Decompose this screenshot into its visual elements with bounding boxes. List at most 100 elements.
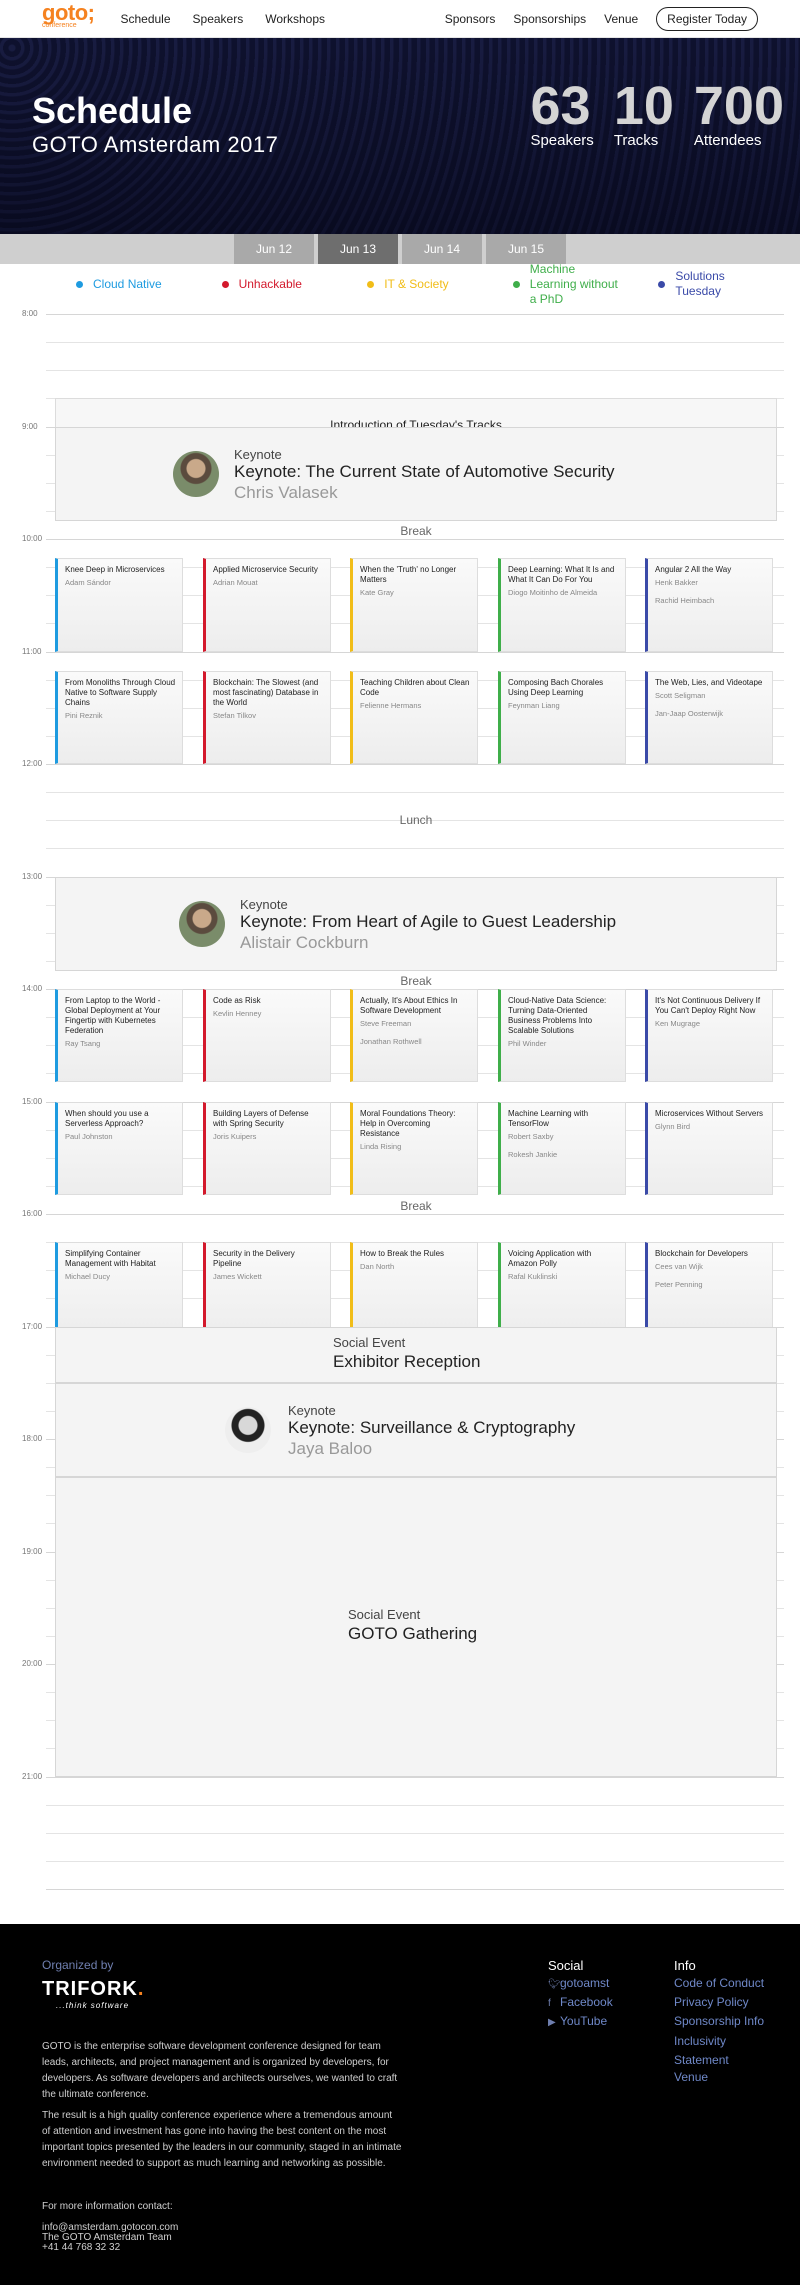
talk-card[interactable]: Teaching Children about Clean Code Felien… [350, 670, 478, 764]
hour-label: 12:00 [22, 759, 43, 768]
talk-card[interactable]: Angular 2 All the Way Henk Bakker Rachid H… [645, 558, 773, 652]
talk-title: From Monoliths Through Cloud Native to S… [65, 677, 176, 707]
day-tabs: Jun 12 Jun 13 Jun 14 Jun 15 [0, 234, 800, 264]
talk-card[interactable]: Microservices Without Servers Glynn Bird [645, 1101, 773, 1195]
talk-speaker: Jonathan Rothwell [360, 1037, 422, 1046]
track-legend: Cloud Native Unhackable IT & Society Machin… [0, 262, 800, 307]
schedule-grid: 8:00 9:00 10:00 11:00 12:00 13:00 14:00 15:00 16… [0, 304, 800, 1924]
talk-card[interactable]: Blockchain: The Slowest (and most fascin… [203, 670, 331, 764]
talk-title: Actually, It's About Ethics In Software … [360, 996, 458, 1015]
goto-logo[interactable]: goto; conference [42, 2, 95, 30]
talk-card[interactable]: Building Layers of Defense with Spring S… [203, 1101, 331, 1195]
keynote-speaker: Jaya Baloo [288, 1439, 373, 1458]
talk-speaker: Jan-Jaap Oosterwijk [655, 708, 723, 718]
talk-card[interactable]: When should you use a Serverless Approac… [55, 1101, 183, 1195]
talk-card[interactable]: Machine Learning with TensorFlow Robert S… [498, 1101, 626, 1195]
grid-line [46, 370, 784, 372]
stat-speakers: 63 Speakers [530, 76, 594, 149]
tab-jun-13[interactable]: Jun 13 [318, 234, 398, 264]
legend-item[interactable]: Machine Learning without a PhD [473, 262, 619, 307]
talk-card[interactable]: When the 'Truth' no Longer Matters Kate G… [350, 558, 478, 652]
talk-title: Machine Learning with TensorFlow [508, 1108, 589, 1128]
tab-jun-12[interactable]: Jun 12 [234, 234, 314, 264]
talk-card[interactable]: The Web, Lies, and Videotape Scott Seligm… [645, 670, 773, 764]
hour-label: 17:00 [22, 1321, 43, 1331]
speaker-avatar [225, 1407, 271, 1453]
hour-label: 19:00 [22, 1546, 43, 1556]
legend-label: Solutions Tuesday [675, 269, 725, 298]
grid-line [46, 1889, 784, 1890]
talk-speaker: Joris Kuipers [213, 1131, 257, 1141]
talk-title: Deep Learning: What It Is and What It Ca… [508, 565, 615, 585]
talk-card[interactable]: Cloud-Native Data Science: Turning Data-… [498, 989, 626, 1083]
contact-phone: +41 44 768 32 32 [42, 2242, 121, 2253]
talk-speaker: James Wickett [213, 1272, 262, 1282]
talk-card[interactable]: From Monoliths Through Cloud Native to S… [55, 670, 183, 764]
legend-item[interactable]: Unhackable [182, 277, 328, 292]
social-facebook[interactable]: f Facebook [548, 1995, 613, 2009]
trifork-tagline: ...think software [56, 2001, 130, 2010]
talk-card[interactable]: Composing Bach Chorales Using Deep Learn… [498, 670, 626, 764]
talk-title: Composing Bach Chorales Using Deep Learn… [508, 677, 604, 697]
tab-jun-14[interactable]: Jun 14 [402, 234, 482, 264]
talk-title: When should you use a Serverless Approac… [65, 1108, 149, 1128]
talk-card[interactable]: Security in the Delivery Pipeline James W… [203, 1242, 331, 1336]
info-venue[interactable]: Venue [674, 2070, 708, 2084]
talk-title: Simplifying Container Management with Ha… [65, 1249, 156, 1269]
talk-card[interactable]: Voicing Application with Amazon Polly Raf… [498, 1242, 626, 1336]
page-title: Schedule [32, 90, 193, 131]
talk-speaker: Michael Ducy [65, 1272, 111, 1282]
hour-label: 13:00 [22, 871, 43, 881]
grid-line [46, 1832, 784, 1834]
tab-jun-15[interactable]: Jun 15 [486, 234, 566, 264]
nav-workshops[interactable]: Workshops [265, 12, 325, 26]
talk-card[interactable]: From Laptop to the World - Global Deploy… [55, 989, 183, 1083]
legend-item[interactable]: IT & Society [327, 277, 473, 292]
legend-label: IT & Society [384, 276, 449, 291]
info-inclusivity[interactable]: Inclusivity Statement [674, 2032, 784, 2070]
talk-card[interactable]: Moral Foundations Theory: Help in Overco… [350, 1101, 478, 1195]
talk-card[interactable]: Deep Learning: What It Is and What It Ca… [498, 558, 626, 652]
track-dot-icon [76, 280, 83, 288]
legend-label: Unhackable [238, 276, 302, 291]
legend-item[interactable]: Cloud Native [36, 277, 182, 292]
social-twitter[interactable]: 🐦︎gotoamst [548, 1976, 609, 1990]
keynote-title: Keynote: Surveillance & Cryptography [288, 1418, 576, 1437]
trifork-logo[interactable]: TRIFORK. [42, 1978, 144, 2001]
nav-venue[interactable]: Venue [604, 12, 638, 26]
talk-card[interactable]: How to Break the Rules Dan North [350, 1242, 478, 1336]
grid-line [46, 848, 784, 850]
info-sponsorship[interactable]: Sponsorship Info [674, 2014, 764, 2028]
hour-label: 9:00 [22, 421, 38, 431]
talk-title: Teaching Children about Clean Code [360, 677, 470, 697]
talk-card[interactable]: Code as Risk Kevlin Henney [203, 989, 331, 1083]
talk-speaker: Kevlin Henney [213, 1009, 262, 1018]
nav-speakers[interactable]: Speakers [193, 12, 244, 26]
talk-card[interactable]: Actually, It's About Ethics In Software … [350, 989, 478, 1083]
talk-card[interactable]: Blockchain for Developers Cees van Wijk Pe… [645, 1242, 773, 1336]
talk-speaker: Robert Saxby [508, 1131, 554, 1141]
talk-card[interactable]: Simplifying Container Management with Ha… [55, 1242, 183, 1336]
info-heading: Info [674, 1958, 696, 1973]
legend-item[interactable]: Solutions Tuesday [618, 269, 764, 299]
register-button[interactable]: Register Today [656, 6, 758, 31]
talk-speaker: Cees van Wijk [655, 1262, 703, 1272]
nav-schedule[interactable]: Schedule [120, 12, 170, 26]
footer: Organized by TRIFORK. ...think software … [0, 1924, 800, 2285]
info-privacy-policy[interactable]: Privacy Policy [674, 1995, 749, 2009]
speaker-avatar [173, 450, 219, 497]
keynote-kicker: Keynote [234, 446, 282, 462]
social-youtube[interactable]: ▶ YouTube [548, 2014, 607, 2028]
talk-card[interactable]: It's Not Continuous Delivery If You Can'… [645, 989, 773, 1083]
contact-heading: For more information contact: [42, 2201, 173, 2212]
nav-sponsorships[interactable]: Sponsorships [513, 12, 586, 26]
social-kicker: Social Event [348, 1606, 421, 1622]
info-code-of-conduct[interactable]: Code of Conduct [674, 1976, 764, 1990]
talk-speaker: Rafal Kuklinski [508, 1272, 558, 1282]
talk-card[interactable]: Applied Microservice Security Adrian Moua… [203, 558, 331, 652]
talk-speaker: Peter Penning [655, 1280, 703, 1290]
break-label: Break [400, 524, 432, 538]
nav-sponsors[interactable]: Sponsors [445, 12, 496, 26]
talk-card[interactable]: Knee Deep in Microservices Adam Sándor [55, 558, 183, 652]
twitter-icon: 🐦︎ [548, 1979, 561, 1990]
